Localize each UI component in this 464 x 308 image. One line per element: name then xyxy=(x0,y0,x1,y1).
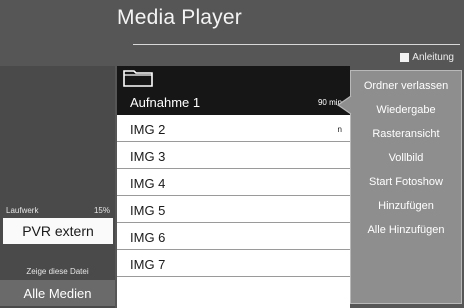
help-hint[interactable]: Anleitung xyxy=(400,52,454,63)
menu-item-slideshow[interactable]: Start Fotoshow xyxy=(351,176,461,188)
file-name: IMG 3 xyxy=(130,148,166,164)
menu-item-grid-view[interactable]: Rasteransicht xyxy=(351,128,461,140)
file-name: IMG 4 xyxy=(130,175,166,191)
help-label: Anleitung xyxy=(412,52,454,63)
show-file-label: Zeige diese Datei xyxy=(26,267,89,276)
menu-item-add[interactable]: Hinzufügen xyxy=(351,200,461,212)
menu-item-leave-folder[interactable]: Ordner verlassen xyxy=(351,80,461,92)
file-name: IMG 2 xyxy=(130,121,166,137)
drive-percent: 15% xyxy=(93,206,110,215)
file-row-7[interactable]: IMG 7 xyxy=(117,252,350,277)
white-key-icon xyxy=(400,53,410,62)
file-name: Aufnahme 1 xyxy=(130,94,201,110)
context-menu: Ordner verlassen Wiedergabe Rasteransich… xyxy=(350,70,462,304)
folder-row[interactable] xyxy=(117,66,350,90)
file-row-1[interactable]: Aufnahme 1 90 min xyxy=(117,90,350,115)
menu-item-fullscreen[interactable]: Vollbild xyxy=(351,152,461,164)
file-name: IMG 6 xyxy=(130,229,166,245)
title-divider xyxy=(133,44,460,45)
file-list: Aufnahme 1 90 min IMG 2 n IMG 3 IMG 4 IM… xyxy=(117,66,350,308)
file-row-5[interactable]: IMG 5 xyxy=(117,198,350,223)
file-name: IMG 5 xyxy=(130,202,166,218)
media-filter-button[interactable]: Alle Medien xyxy=(0,280,115,306)
menu-pointer-icon xyxy=(336,95,352,115)
menu-item-add-all[interactable]: Alle Hinzufügen xyxy=(351,224,461,236)
file-name: IMG 7 xyxy=(130,256,166,272)
menu-item-play[interactable]: Wiedergabe xyxy=(351,104,461,116)
folder-icon xyxy=(123,70,153,87)
source-button[interactable]: PVR extern xyxy=(3,218,113,244)
file-row-6[interactable]: IMG 6 xyxy=(117,225,350,250)
file-meta: n xyxy=(337,124,342,134)
file-row-3[interactable]: IMG 3 xyxy=(117,144,350,169)
drive-label: Laufwerk xyxy=(6,206,39,215)
drive-usage: Laufwerk 15% xyxy=(6,206,110,215)
file-row-2[interactable]: IMG 2 n xyxy=(117,117,350,142)
file-row-4[interactable]: IMG 4 xyxy=(117,171,350,196)
page-title: Media Player xyxy=(117,6,242,29)
